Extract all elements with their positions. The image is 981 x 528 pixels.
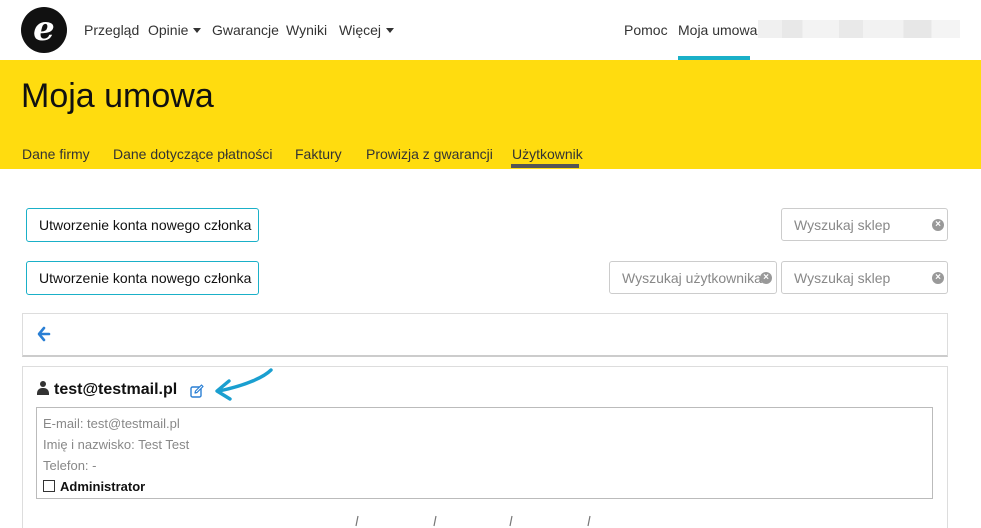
top-navigation: e Przegląd Opinie Gwarancje Wyniki Więce… <box>0 0 981 60</box>
account-name-redacted[interactable] <box>758 20 960 38</box>
back-panel <box>22 313 948 357</box>
nav-item-label: Więcej <box>339 22 382 38</box>
administrator-option: Administrator <box>43 479 145 494</box>
user-detail-panel: test@testmail.pl E-mail: test@testmail.p… <box>22 366 948 528</box>
search-user-input[interactable]: Wyszukaj użytkownika × <box>609 261 777 294</box>
edit-icon[interactable] <box>190 384 204 398</box>
nav-item-przeglad[interactable]: Przegląd <box>84 22 139 38</box>
search-shop-input[interactable]: Wyszukaj sklep × <box>781 261 948 294</box>
tab-payment-data[interactable]: Dane dotyczące płatności <box>113 146 273 162</box>
nav-item-gwarancje[interactable]: Gwarancje <box>212 22 279 38</box>
cutoff-divider-marks <box>355 515 591 527</box>
phone-line: Telefon: - <box>43 458 97 473</box>
tab-guarantee-commission[interactable]: Prowizja z gwarancji <box>366 146 493 162</box>
caret-down-icon <box>386 28 395 33</box>
nav-item-wyniki[interactable]: Wyniki <box>286 22 327 38</box>
page-title: Moja umowa <box>21 77 214 115</box>
create-member-account-button[interactable]: Utworzenie konta nowego członka <box>26 208 259 242</box>
trusted-shops-logo[interactable]: e <box>21 7 67 53</box>
nav-item-opinie[interactable]: Opinie <box>148 22 202 38</box>
user-email-heading: test@testmail.pl <box>54 381 178 398</box>
nav-item-help[interactable]: Pomoc <box>624 22 668 38</box>
search-shop-input[interactable]: Wyszukaj sklep × <box>781 208 948 241</box>
search-shop-placeholder: Wyszukaj sklep <box>794 270 891 286</box>
nav-item-wiecej[interactable]: Więcej <box>339 22 395 38</box>
nav-item-label: Wyniki <box>286 22 328 38</box>
page-header: Moja umowa Dane firmy Dane dotyczące pła… <box>0 60 981 169</box>
nav-item-label: Opinie <box>148 22 189 38</box>
create-member-account-button[interactable]: Utworzenie konta nowego członka <box>26 261 259 295</box>
clear-icon[interactable]: × <box>932 272 944 284</box>
clear-icon[interactable]: × <box>760 272 772 284</box>
nav-item-my-contract[interactable]: Moja umowa <box>678 22 757 38</box>
tab-user[interactable]: Użytkownik <box>512 146 583 162</box>
search-shop-placeholder: Wyszukaj sklep <box>794 217 891 233</box>
search-user-placeholder: Wyszukaj użytkownika <box>622 270 762 286</box>
administrator-label: Administrator <box>60 479 146 494</box>
arrow-left-icon[interactable] <box>37 326 51 342</box>
clear-icon[interactable]: × <box>932 219 944 231</box>
annotation-arrow-icon <box>215 368 273 401</box>
nav-item-label: Przegląd <box>84 22 140 38</box>
user-heading: test@testmail.pl <box>37 381 177 401</box>
active-tab-indicator <box>511 164 579 168</box>
name-line: Imię i nazwisko: Test Test <box>43 437 190 452</box>
logo-letter: e <box>33 9 55 49</box>
email-line: E-mail: test@testmail.pl <box>43 416 180 431</box>
tab-invoices[interactable]: Faktury <box>295 146 342 162</box>
nav-item-label: Gwarancje <box>212 22 279 38</box>
tab-company-data[interactable]: Dane firmy <box>22 146 90 162</box>
user-details-box: E-mail: test@testmail.pl Imię i nazwisko… <box>36 407 933 499</box>
caret-down-icon <box>193 28 202 33</box>
administrator-checkbox[interactable] <box>43 480 55 492</box>
user-icon <box>37 381 49 395</box>
